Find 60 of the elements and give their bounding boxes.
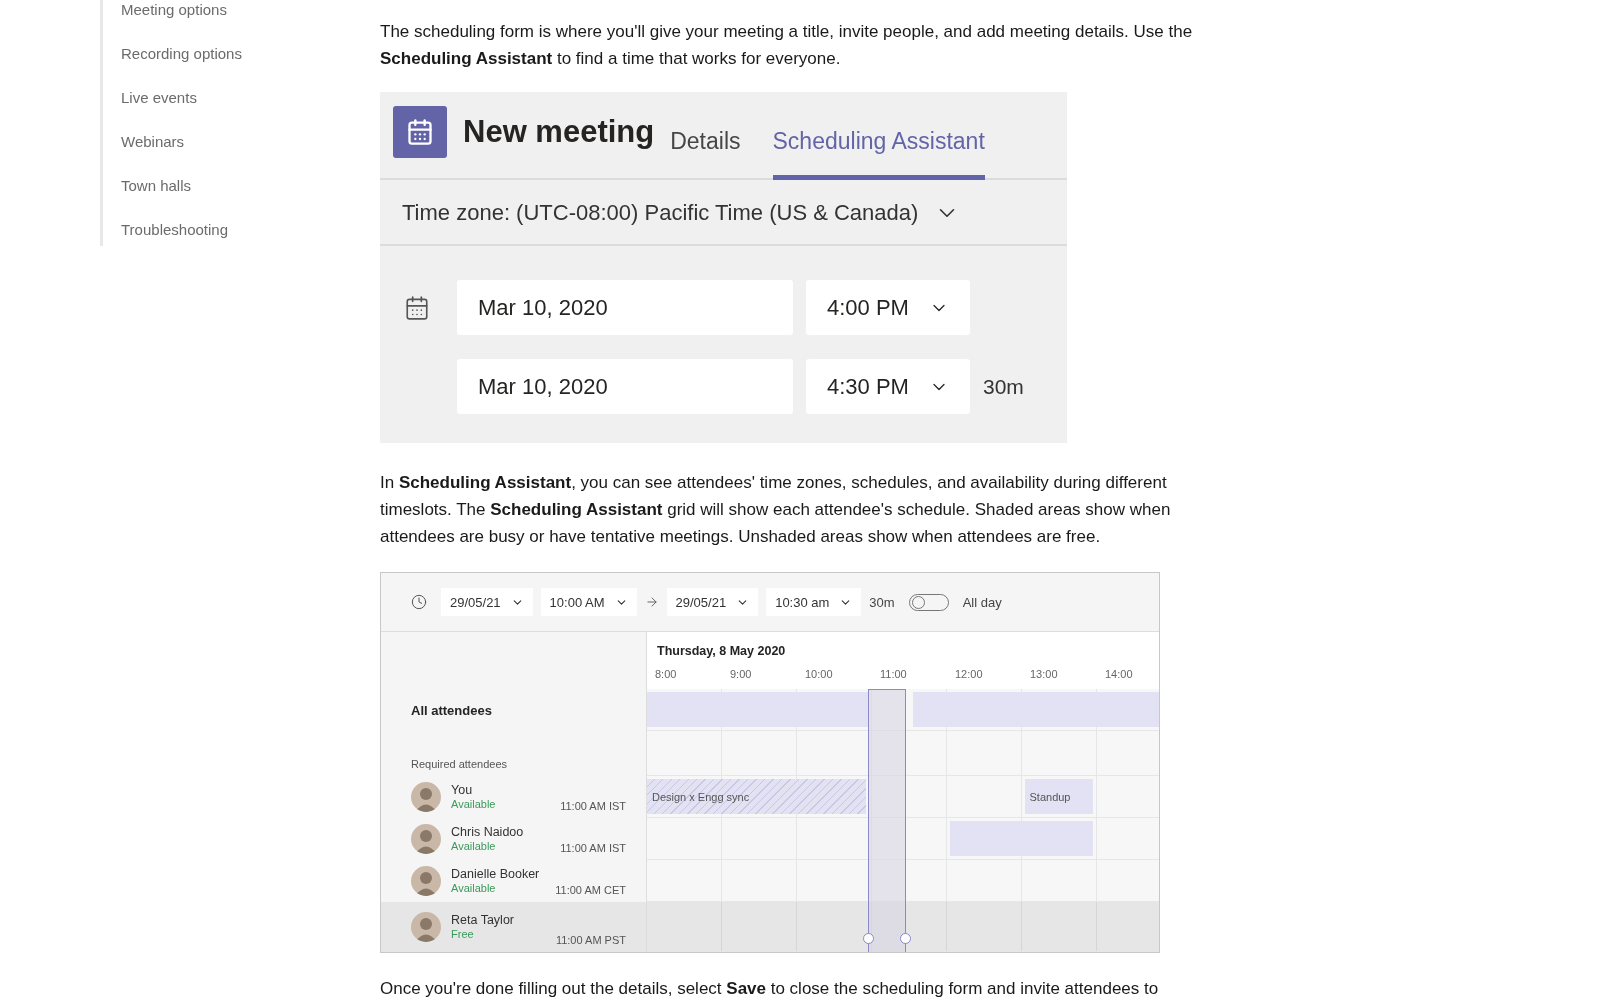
calendar-event[interactable]: Standup xyxy=(1024,779,1094,814)
date-dropdown[interactable]: 29/05/21 xyxy=(666,588,759,616)
avatar xyxy=(411,782,441,812)
duration-label: 30m xyxy=(869,594,895,610)
calendar-event[interactable]: Design x Engg sync xyxy=(647,779,866,814)
intro-paragraph: The scheduling form is where you'll give your meeting a title, invite people, and add meeting details. Use the Scheduling Assistant to find a time that works for everyone. xyxy=(380,21,1194,70)
time-dropdown[interactable]: 10:30 am xyxy=(766,588,862,616)
avatar xyxy=(411,824,441,854)
avatar xyxy=(411,866,441,896)
tab[interactable]: Scheduling Assistant xyxy=(772,128,985,180)
hour-label: 11:00 xyxy=(880,668,907,680)
dialog-title: New meeting xyxy=(463,114,655,150)
local-time: 11:00 AM CET xyxy=(555,884,626,898)
availability-status: Available xyxy=(451,839,497,853)
availability-status: Available xyxy=(451,797,497,811)
all-day-label: All day xyxy=(962,594,1002,610)
sidebar-link[interactable]: Town halls xyxy=(121,176,380,196)
clock-icon xyxy=(411,594,427,610)
assistant-paragraph: In Scheduling Assistant, you can see attendees' time zones, schedules, and availability during different timeslots. The Scheduling Assistant grid will show each attendee's schedule. Shaded areas show when attendees are busy or have tentative meetings. Unshaded areas show when attendees are free. xyxy=(380,472,1172,548)
sidebar-link[interactable]: Troubleshooting xyxy=(121,220,380,240)
attendee-name: You xyxy=(451,783,474,797)
arrow-right-icon xyxy=(644,595,659,609)
calendar-icon xyxy=(393,106,447,158)
hour-label: 13:00 xyxy=(1030,668,1058,680)
day-heading: Thursday, 8 May 2020 xyxy=(657,644,786,658)
attendee-name: Reta Taylor xyxy=(451,913,515,927)
hour-label: 10:00 xyxy=(805,668,833,680)
attendee-name: Danielle Booker xyxy=(451,867,541,881)
availability-status: Free xyxy=(451,927,475,941)
time-selection[interactable] xyxy=(868,689,906,952)
availability-status: Available xyxy=(451,881,497,895)
time-dropdown[interactable]: 10:00 AM xyxy=(540,588,637,616)
local-time: 11:00 AM PST xyxy=(555,934,626,948)
calendar-icon xyxy=(404,294,430,321)
local-time: 11:00 AM IST xyxy=(560,800,626,814)
attendee-row[interactable]: Reta Taylor Free 11:00 AM PST xyxy=(381,902,1159,952)
hour-label: 9:00 xyxy=(730,668,752,680)
attendee-name: Chris Naidoo xyxy=(451,825,525,839)
resize-handle[interactable] xyxy=(863,933,875,944)
hour-label: 12:00 xyxy=(955,668,983,680)
sidebar-link[interactable]: Meeting options xyxy=(121,0,380,20)
date-field[interactable]: Mar 10, 2020 xyxy=(457,280,793,335)
closing-paragraph: Once you're done filling out the details, select Save to close the scheduling form and invite attendees to xyxy=(380,978,1160,1000)
hour-label: 8:00 xyxy=(655,668,677,680)
all-attendees-label: All attendees xyxy=(411,702,492,718)
date-field[interactable]: Mar 10, 2020 xyxy=(457,359,793,414)
tab[interactable]: Details xyxy=(670,128,741,180)
resize-handle[interactable] xyxy=(899,933,911,944)
time-zone-label: Time zone: (UTC-08:00) Pacific Time (US & Canada) xyxy=(402,200,919,226)
sidebar-link[interactable]: Webinars xyxy=(121,132,380,152)
sidebar-link[interactable]: Recording options xyxy=(121,44,380,64)
group-label: Required attendees xyxy=(411,758,507,772)
local-time: 11:00 AM IST xyxy=(560,842,626,856)
hour-label: 14:00 xyxy=(1105,668,1133,680)
duration-label: 30m xyxy=(983,374,1025,399)
avatar xyxy=(411,912,441,942)
sidebar-link[interactable]: Live events xyxy=(121,88,380,108)
time-dropdown[interactable]: 4:30 PM xyxy=(806,359,970,414)
time-dropdown[interactable]: 4:00 PM xyxy=(806,280,970,335)
date-dropdown[interactable]: 29/05/21 xyxy=(441,588,533,616)
